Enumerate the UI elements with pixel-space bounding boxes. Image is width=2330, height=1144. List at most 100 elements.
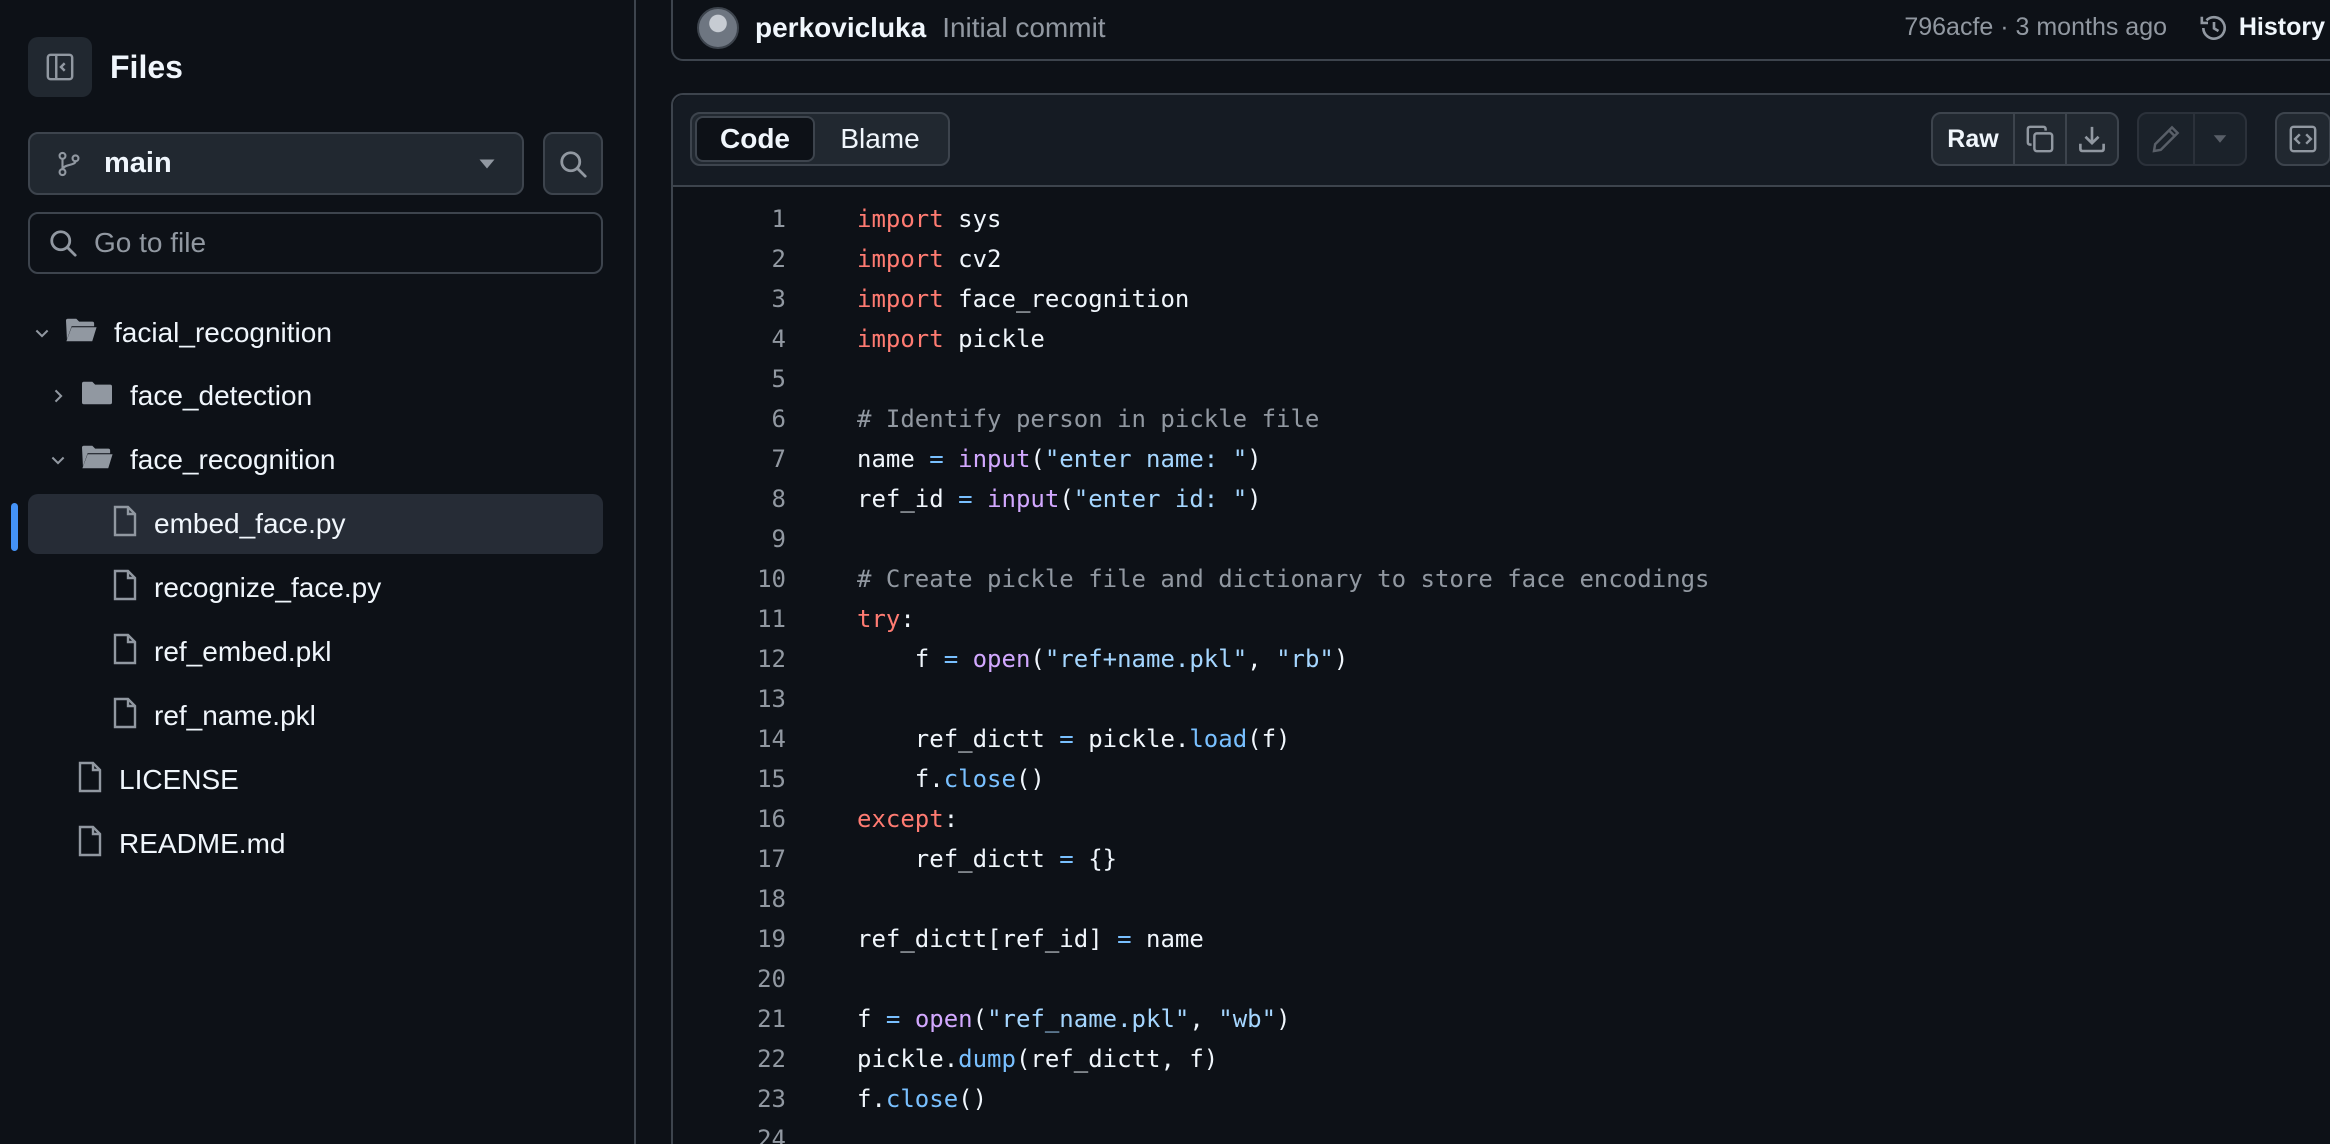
line-number[interactable]: 1 bbox=[673, 199, 786, 239]
download-raw-button[interactable] bbox=[2065, 114, 2117, 164]
go-to-file-input[interactable] bbox=[94, 227, 583, 259]
line-number[interactable]: 22 bbox=[673, 1039, 786, 1079]
line-number[interactable]: 2 bbox=[673, 239, 786, 279]
file-tree-sidebar: Files main facial_recognition bbox=[0, 0, 636, 1144]
line-number[interactable]: 24 bbox=[673, 1119, 786, 1144]
code-token: name bbox=[1131, 925, 1204, 953]
commit-message-link[interactable]: Initial commit bbox=[942, 12, 1105, 44]
code-line: 6 # Identify person in pickle file bbox=[673, 399, 2330, 439]
code-token: {} bbox=[1073, 845, 1118, 873]
avatar[interactable] bbox=[697, 6, 739, 49]
tree-item-facial-recognition[interactable]: facial_recognition bbox=[28, 303, 603, 363]
blame-tab[interactable]: Blame bbox=[815, 116, 945, 162]
tree-item-embed-face-py[interactable]: embed_face.py bbox=[28, 494, 603, 554]
pencil-icon bbox=[2152, 125, 2180, 153]
code-tab[interactable]: Code bbox=[695, 116, 815, 162]
line-number[interactable]: 9 bbox=[673, 519, 786, 559]
code-token: pickle. bbox=[857, 1045, 959, 1073]
file-icon bbox=[112, 633, 138, 672]
tree-item-label: ref_embed.pkl bbox=[154, 636, 332, 667]
code-line: 10 # Create pickle file and dictionary to… bbox=[673, 559, 2330, 599]
line-number[interactable]: 10 bbox=[673, 559, 786, 599]
code-token: name bbox=[857, 445, 930, 473]
view-mode-toggle: Code Blame bbox=[690, 112, 950, 166]
search-files-button[interactable] bbox=[543, 132, 603, 195]
line-number[interactable]: 23 bbox=[673, 1079, 786, 1119]
line-code: import face_recognition bbox=[857, 279, 1189, 319]
tree-item-readme-md[interactable]: README.md bbox=[28, 814, 603, 874]
line-number[interactable]: 18 bbox=[673, 879, 786, 919]
line-number[interactable]: 6 bbox=[673, 399, 786, 439]
line-code: ref_id = input("enter id: ") bbox=[857, 479, 1262, 519]
tree-item-ref-name-pkl[interactable]: ref_name.pkl bbox=[28, 686, 603, 746]
symbols-panel-button[interactable] bbox=[2275, 112, 2330, 166]
line-number[interactable]: 16 bbox=[673, 799, 786, 839]
code-view[interactable]: 1 import sys 2 import cv2 3 import face_recog… bbox=[673, 199, 2330, 1144]
line-code: ref_dictt = pickle.load(f) bbox=[857, 719, 1291, 759]
tree-item-label: LICENSE bbox=[119, 764, 239, 795]
code-line: 17 ref_dictt = {} bbox=[673, 839, 2330, 879]
line-number[interactable]: 20 bbox=[673, 959, 786, 999]
code-token: open bbox=[914, 1005, 973, 1033]
code-line: 23 f.close() bbox=[673, 1079, 2330, 1119]
code-line: 12 f = open("ref+name.pkl", "rb") bbox=[673, 639, 2330, 679]
code-line: 2 import cv2 bbox=[673, 239, 2330, 279]
code-token: import bbox=[857, 285, 944, 313]
search-icon bbox=[560, 150, 587, 178]
code-line: 8 ref_id = input("enter id: ") bbox=[673, 479, 2330, 519]
search-icon bbox=[50, 230, 77, 257]
commit-meta[interactable]: 796acfe · 3 months ago bbox=[1904, 13, 2167, 42]
edit-button-group bbox=[2137, 112, 2247, 166]
raw-button[interactable]: Raw bbox=[1933, 114, 2013, 164]
sidebar-title: Files bbox=[110, 48, 183, 85]
line-number[interactable]: 13 bbox=[673, 679, 786, 719]
line-number[interactable]: 4 bbox=[673, 319, 786, 359]
history-button[interactable]: History bbox=[2199, 13, 2325, 43]
chevron-down-icon bbox=[28, 323, 56, 343]
branch-selector-button[interactable]: main bbox=[28, 132, 524, 195]
code-token: ) bbox=[1276, 1005, 1291, 1033]
line-number[interactable]: 21 bbox=[673, 999, 786, 1039]
line-number[interactable]: 14 bbox=[673, 719, 786, 759]
code-token: load bbox=[1189, 725, 1248, 753]
commit-author-link[interactable]: perkovicluka bbox=[755, 12, 926, 44]
triangle-down-icon bbox=[2213, 135, 2227, 143]
line-number[interactable]: 19 bbox=[673, 919, 786, 959]
line-number[interactable]: 8 bbox=[673, 479, 786, 519]
tree-item-face-recognition[interactable]: face_recognition bbox=[44, 430, 603, 490]
code-token: close bbox=[943, 765, 1016, 793]
line-code: import sys bbox=[857, 199, 1002, 239]
more-edit-options-button[interactable] bbox=[2193, 114, 2245, 164]
line-code: name = input("enter name: ") bbox=[857, 439, 1262, 479]
code-token: "wb" bbox=[1218, 1005, 1277, 1033]
tree-item-ref-embed-pkl[interactable]: ref_embed.pkl bbox=[28, 622, 603, 682]
file-icon bbox=[112, 505, 138, 544]
code-token: () bbox=[958, 1085, 988, 1113]
code-token: () bbox=[1015, 765, 1045, 793]
line-code: # Create pickle file and dictionary to s… bbox=[857, 559, 1710, 599]
go-to-file-field[interactable] bbox=[28, 212, 603, 274]
line-number[interactable]: 7 bbox=[673, 439, 786, 479]
line-number[interactable]: 11 bbox=[673, 599, 786, 639]
code-line: 9 bbox=[673, 519, 2330, 559]
line-number[interactable]: 12 bbox=[673, 639, 786, 679]
code-token: (f) bbox=[1247, 725, 1291, 753]
line-number[interactable]: 3 bbox=[673, 279, 786, 319]
line-number[interactable]: 17 bbox=[673, 839, 786, 879]
line-code: # Identify person in pickle file bbox=[857, 399, 1319, 439]
line-number[interactable]: 15 bbox=[673, 759, 786, 799]
tree-item-face-detection[interactable]: face_detection bbox=[44, 366, 603, 426]
copy-raw-button[interactable] bbox=[2013, 114, 2065, 164]
sidebar-collapse-button[interactable] bbox=[28, 37, 92, 97]
tree-item-license[interactable]: LICENSE bbox=[28, 750, 603, 810]
copy-icon bbox=[2026, 125, 2054, 153]
code-line: 15 f.close() bbox=[673, 759, 2330, 799]
code-token: = bbox=[943, 645, 959, 673]
tree-item-recognize-face-py[interactable]: recognize_face.py bbox=[28, 558, 603, 618]
line-number[interactable]: 5 bbox=[673, 359, 786, 399]
edit-file-button[interactable] bbox=[2139, 114, 2193, 164]
code-token: ref_dictt bbox=[857, 845, 1060, 873]
